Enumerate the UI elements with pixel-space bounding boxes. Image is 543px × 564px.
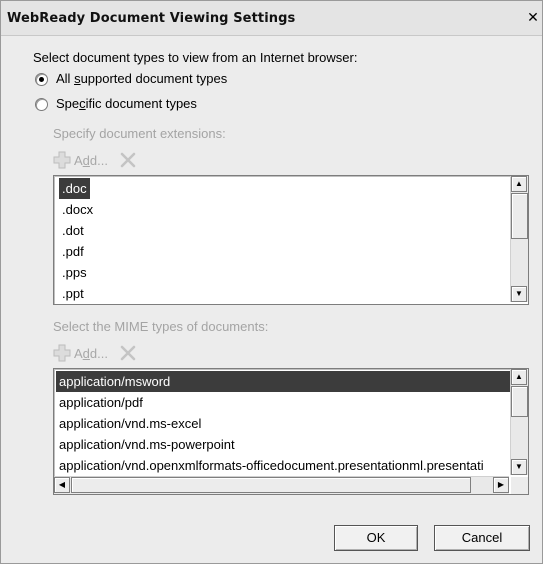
extensions-toolbar: Add... [53,149,136,171]
cancel-button[interactable]: Cancel [434,525,530,551]
extension-item[interactable]: .pps [59,262,90,283]
radio-all-supported-label[interactable]: All supported document types [56,71,227,86]
x-icon[interactable] [120,152,136,168]
scroll-thumb-horizontal[interactable] [71,477,471,493]
scroll-right-button[interactable]: ▶ [493,477,509,493]
plus-icon [53,151,71,169]
x-icon[interactable] [120,345,136,361]
extension-item[interactable]: .doc [59,178,90,199]
mime-add-button[interactable]: Add... [53,344,108,362]
ok-button[interactable]: OK [334,525,418,551]
scroll-thumb[interactable] [511,193,528,239]
extensions-heading: Specify document extensions: [53,126,226,141]
mime-item[interactable]: application/vnd.ms-excel [56,413,204,434]
extension-item[interactable]: .docx [59,199,96,220]
extensions-add-button[interactable]: Add... [53,151,108,169]
window-title: WebReady Document Viewing Settings [7,11,296,26]
extension-item[interactable]: .ppt [59,283,87,304]
scroll-thumb[interactable] [511,386,528,417]
mime-vertical-scrollbar[interactable]: ▲ ▼ [510,369,528,475]
scroll-down-button[interactable]: ▼ [511,286,527,302]
mime-item[interactable]: application/vnd.ms-powerpoint [56,434,238,455]
scroll-corner [511,477,528,494]
mime-listbox[interactable]: application/msword application/pdf appli… [53,368,529,495]
mime-item[interactable]: application/pdf [56,392,146,413]
extension-item[interactable]: .pdf [59,241,87,262]
radio-all-supported[interactable] [35,73,48,86]
scroll-left-button[interactable]: ◀ [54,477,70,493]
close-button[interactable]: ✕ [524,8,542,28]
scroll-up-button[interactable]: ▲ [511,369,527,385]
mime-heading: Select the MIME types of documents: [53,319,269,334]
mime-item[interactable]: application/vnd.openxmlformats-officedoc… [56,455,487,476]
settings-dialog: WebReady Document Viewing Settings ✕ Sel… [0,0,543,564]
extensions-add-label: Add... [74,152,108,168]
extensions-vertical-scrollbar[interactable]: ▲ ▼ [510,176,528,302]
scroll-up-button[interactable]: ▲ [511,176,527,192]
radio-specific-types-label[interactable]: Specific document types [56,96,197,111]
title-bar[interactable]: WebReady Document Viewing Settings ✕ [1,1,542,36]
instructions-text: Select document types to view from an In… [33,50,358,65]
mime-horizontal-scrollbar[interactable]: ◀ ▶ [54,476,509,494]
radio-specific-types[interactable] [35,98,48,111]
plus-icon [53,344,71,362]
extension-item[interactable]: .dot [59,220,87,241]
mime-add-label: Add... [74,345,108,361]
radio-selected-dot [39,77,44,82]
close-icon: ✕ [527,10,539,26]
mime-item[interactable]: application/msword [56,371,511,392]
mime-toolbar: Add... [53,342,136,364]
scroll-down-button[interactable]: ▼ [511,459,527,475]
extensions-listbox[interactable]: .doc .docx .dot .pdf .pps .ppt ▲ ▼ [53,175,529,305]
